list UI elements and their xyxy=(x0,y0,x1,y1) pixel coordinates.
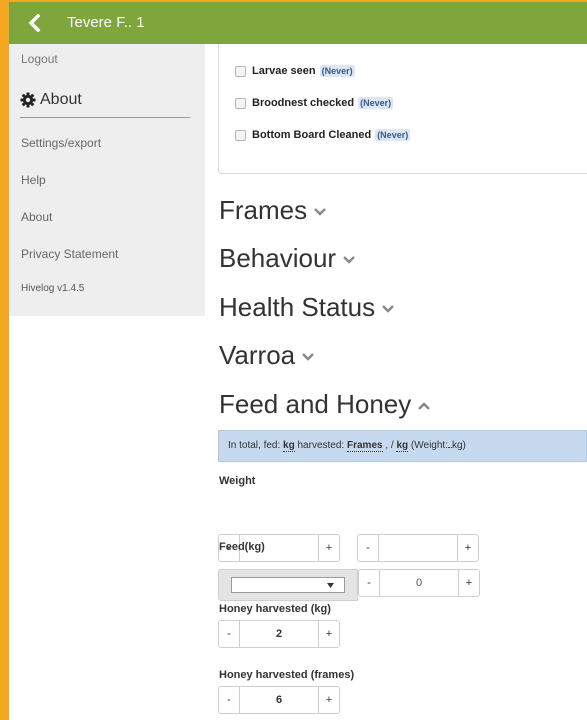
summary-text: harvested: xyxy=(297,440,345,451)
checkbox[interactable] xyxy=(235,129,246,141)
feed-type-select-wrapper xyxy=(218,569,358,601)
increment-button[interactable]: + xyxy=(457,534,479,562)
summary-feed-unit: kg xyxy=(283,440,295,452)
feed-stepper: - 0 + xyxy=(358,569,480,597)
checklist-label: Broodnest checked xyxy=(252,97,355,109)
increment-button[interactable]: + xyxy=(458,569,480,597)
chevron-down-icon xyxy=(382,305,394,313)
section-header-behaviour[interactable]: Behaviour xyxy=(219,243,356,273)
section-header-feed-and-honey[interactable]: Feed and Honey xyxy=(219,389,431,419)
checkbox[interactable] xyxy=(235,65,246,77)
app-title: Tevere F.. 1 xyxy=(67,14,145,31)
app-version: Hivelog v1.4.5 xyxy=(21,283,85,294)
honey-kg-label: Honey harvested (kg) xyxy=(219,603,331,615)
gear-icon xyxy=(20,92,36,108)
sidebar-item-logout[interactable]: Logout xyxy=(21,52,58,66)
chevron-up-icon xyxy=(418,402,431,410)
chevron-down-icon xyxy=(314,208,326,216)
summary-frames-unit: Frames xyxy=(346,440,383,452)
increment-button[interactable]: + xyxy=(318,620,340,648)
honey-kg-stepper: - 2 + xyxy=(218,620,340,648)
summary-text: In total, fed: xyxy=(228,440,281,451)
sidebar-about-heading: About xyxy=(20,90,190,118)
sidebar-item-about[interactable]: About xyxy=(21,209,52,225)
section-header-varroa[interactable]: Varroa xyxy=(219,340,315,370)
chevron-down-icon xyxy=(302,353,314,361)
summary-text: (Weight: xyxy=(410,440,448,451)
chevron-left-icon xyxy=(28,13,41,33)
feed-amount-input[interactable]: 0 xyxy=(380,569,458,597)
last-done-badge: (Never) xyxy=(375,129,411,141)
chevron-down-icon xyxy=(343,256,355,264)
left-accent-border xyxy=(0,0,9,720)
weight-label: Weight xyxy=(219,475,256,487)
feed-honey-summary: In total, fed: kg harvested: Frames , / … xyxy=(218,430,587,462)
honey-frames-label: Honey harvested (frames) xyxy=(219,669,355,681)
section-title: Frames xyxy=(219,195,308,225)
dropdown-arrow-icon xyxy=(327,583,334,588)
summary-text: , / xyxy=(385,440,394,451)
checklist-label: Bottom Board Cleaned xyxy=(252,129,372,141)
section-title: Behaviour xyxy=(219,243,337,273)
feed-label: Feed(kg) xyxy=(219,541,265,553)
checklist-item: Larvae seen (Never) xyxy=(235,62,355,80)
summary-text: kg) xyxy=(451,440,466,451)
honey-kg-input[interactable]: 2 xyxy=(240,620,318,648)
increment-button[interactable]: + xyxy=(318,686,340,714)
checkbox[interactable] xyxy=(235,97,246,109)
weight-stepper-secondary: - + xyxy=(357,534,479,562)
checklist-panel: Larvae seen (Never) Broodnest checked (N… xyxy=(218,44,587,174)
top-app-bar: Tevere F.. 1 xyxy=(9,0,587,44)
sidebar-menu: Logout About Settings/export Help About … xyxy=(9,44,205,316)
sidebar-item-help[interactable]: Help xyxy=(21,172,46,188)
checklist-item: Broodnest checked (Never) xyxy=(235,94,394,112)
weight-input[interactable] xyxy=(379,534,457,562)
sidebar-item-settings-export[interactable]: Settings/export xyxy=(21,135,101,151)
honey-frames-input[interactable]: 6 xyxy=(240,686,318,714)
decrement-button[interactable]: - xyxy=(357,534,379,562)
decrement-button[interactable]: - xyxy=(358,569,380,597)
summary-harvest-unit: kg xyxy=(396,440,409,452)
section-header-health-status[interactable]: Health Status xyxy=(219,292,395,322)
decrement-button[interactable]: - xyxy=(218,620,240,648)
last-done-badge: (Never) xyxy=(358,97,394,109)
checklist-item: Bottom Board Cleaned (Never) xyxy=(235,126,411,144)
back-button[interactable] xyxy=(27,12,47,34)
section-title: Feed and Honey xyxy=(219,389,412,419)
about-heading-label: About xyxy=(40,91,82,108)
checklist-label: Larvae seen xyxy=(252,65,316,77)
section-title: Health Status xyxy=(219,292,376,322)
decrement-button[interactable]: - xyxy=(218,686,240,714)
increment-button[interactable]: + xyxy=(318,534,340,562)
section-header-frames[interactable]: Frames xyxy=(219,195,327,225)
last-done-badge: (Never) xyxy=(319,65,355,77)
sidebar-item-privacy-statement[interactable]: Privacy Statement xyxy=(21,246,118,262)
feed-type-select[interactable] xyxy=(231,577,345,593)
honey-frames-stepper: - 6 + xyxy=(218,686,340,714)
section-title: Varroa xyxy=(219,340,296,370)
